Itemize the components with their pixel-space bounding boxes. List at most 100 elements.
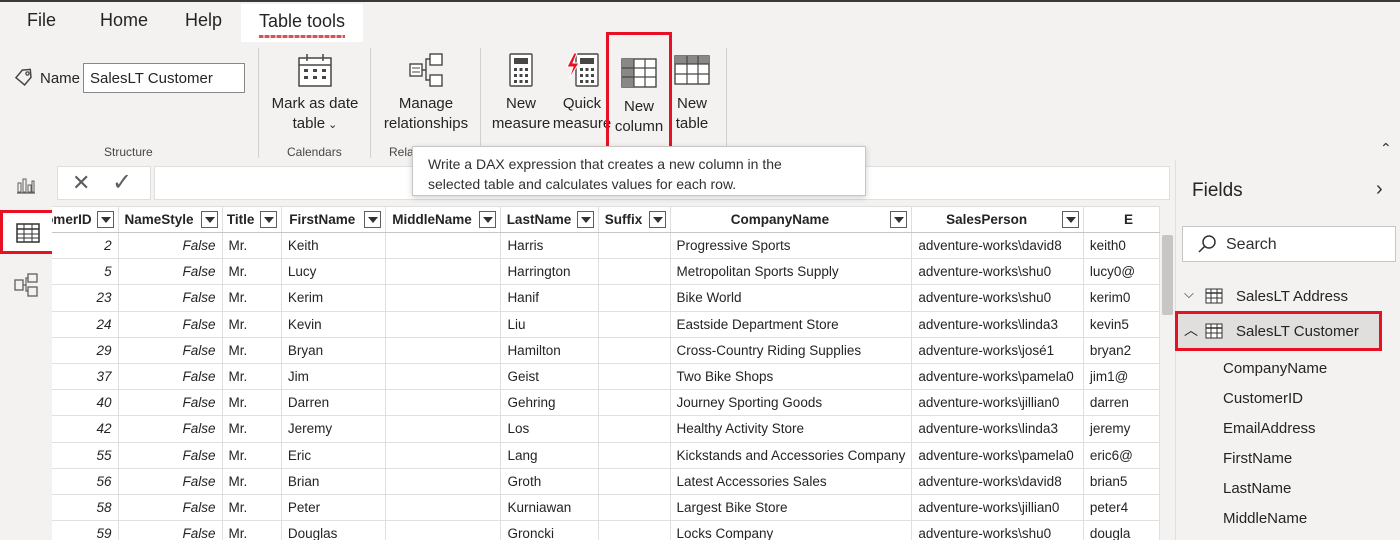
table-cell[interactable]: jim1@ xyxy=(1083,363,1160,391)
table-cell[interactable]: 5 xyxy=(52,258,119,286)
table-cell[interactable]: Kickstands and Accessories Company xyxy=(670,442,913,469)
filter-dropdown-icon[interactable] xyxy=(200,211,218,228)
table-cell[interactable]: Mr. xyxy=(222,311,282,338)
quick-measure-button[interactable]: Quick measure xyxy=(552,50,612,142)
table-cell[interactable]: dougla xyxy=(1083,520,1160,540)
table-cell[interactable] xyxy=(598,363,671,391)
filter-dropdown-icon[interactable] xyxy=(1061,211,1079,228)
filter-dropdown-icon[interactable] xyxy=(479,211,497,228)
table-cell[interactable]: Groth xyxy=(500,468,600,495)
table-cell[interactable]: 2 xyxy=(52,232,119,260)
table-cell[interactable]: adventure-works\josé1 xyxy=(911,337,1084,364)
table-cell[interactable]: 58 xyxy=(52,494,119,522)
table-cell[interactable]: Largest Bike Store xyxy=(670,494,913,522)
column-header[interactable]: Suffix xyxy=(598,206,671,233)
table-cell[interactable]: False xyxy=(118,494,223,522)
table-cell[interactable]: Geist xyxy=(500,363,600,391)
table-cell[interactable] xyxy=(598,520,671,540)
table-cell[interactable]: Two Bike Shops xyxy=(670,363,913,391)
table-cell[interactable] xyxy=(598,232,671,260)
filter-dropdown-icon[interactable] xyxy=(577,211,595,228)
table-row[interactable]: 56 False Mr. Brian Groth Latest Accessories S… xyxy=(52,468,1160,495)
table-cell[interactable]: Darren xyxy=(281,389,386,417)
table-name-input[interactable] xyxy=(83,63,245,93)
chevron-right-icon[interactable]: › xyxy=(1376,178,1383,201)
table-cell[interactable]: False xyxy=(118,337,223,364)
table-cell[interactable]: Mr. xyxy=(222,337,282,364)
table-cell[interactable]: Jeremy xyxy=(281,415,386,443)
table-cell[interactable]: Harris xyxy=(500,232,600,260)
cancel-formula-icon[interactable]: ✕ xyxy=(72,170,90,196)
report-view-icon[interactable] xyxy=(15,174,37,196)
table-cell[interactable]: darren xyxy=(1083,389,1160,417)
table-cell[interactable]: False xyxy=(118,389,223,417)
table-cell[interactable]: adventure-works\david8 xyxy=(911,232,1084,260)
table-cell[interactable]: False xyxy=(118,284,223,312)
table-cell[interactable]: Kerim xyxy=(281,284,386,312)
table-cell[interactable]: Los xyxy=(500,415,600,443)
column-header[interactable]: FirstName xyxy=(281,206,386,233)
table-row[interactable]: 42 False Mr. Jeremy Los Healthy Activity Stor… xyxy=(52,415,1160,443)
table-cell[interactable] xyxy=(598,442,671,469)
table-cell[interactable]: Locks Company xyxy=(670,520,913,540)
table-cell[interactable] xyxy=(385,389,502,417)
table-row[interactable]: 2 False Mr. Keith Harris Progressive Sports ad… xyxy=(52,232,1160,260)
menu-file[interactable]: File xyxy=(27,10,56,31)
table-cell[interactable]: 59 xyxy=(52,520,119,540)
filter-dropdown-icon[interactable] xyxy=(890,211,908,228)
table-cell[interactable]: adventure-works\shu0 xyxy=(911,284,1084,312)
table-cell[interactable]: Keith xyxy=(281,232,386,260)
table-cell[interactable]: Lang xyxy=(500,442,600,469)
table-cell[interactable]: Kevin xyxy=(281,311,386,338)
menu-table-tools[interactable]: Table tools xyxy=(241,4,363,42)
new-table-button[interactable]: New table xyxy=(668,50,716,142)
table-cell[interactable] xyxy=(385,415,502,443)
table-cell[interactable]: 55 xyxy=(52,442,119,469)
table-cell[interactable]: Liu xyxy=(500,311,600,338)
table-cell[interactable]: Cross-Country Riding Supplies xyxy=(670,337,913,364)
table-cell[interactable]: Healthy Activity Store xyxy=(670,415,913,443)
table-cell[interactable]: Mr. xyxy=(222,494,282,522)
table-cell[interactable]: Mr. xyxy=(222,232,282,260)
table-cell[interactable]: Kurniawan xyxy=(500,494,600,522)
table-cell[interactable] xyxy=(385,520,502,540)
field-item[interactable]: LastName xyxy=(1223,480,1291,497)
table-cell[interactable]: Mr. xyxy=(222,442,282,469)
filter-dropdown-icon[interactable] xyxy=(96,211,114,228)
table-cell[interactable]: adventure-works\jillian0 xyxy=(911,494,1084,522)
table-cell[interactable]: Progressive Sports xyxy=(670,232,913,260)
table-cell[interactable]: False xyxy=(118,232,223,260)
table-cell[interactable]: Mr. xyxy=(222,389,282,417)
table-cell[interactable]: 29 xyxy=(52,337,119,364)
table-cell[interactable]: False xyxy=(118,442,223,469)
table-cell[interactable] xyxy=(385,363,502,391)
table-row[interactable]: 37 False Mr. Jim Geist Two Bike Shops adventur… xyxy=(52,363,1160,391)
table-cell[interactable]: Harrington xyxy=(500,258,600,286)
table-cell[interactable]: False xyxy=(118,311,223,338)
field-item[interactable]: CustomerID xyxy=(1223,390,1303,407)
table-cell[interactable] xyxy=(385,232,502,260)
column-header[interactable]: CompanyName xyxy=(670,206,913,233)
table-cell[interactable]: False xyxy=(118,415,223,443)
field-item[interactable]: FirstName xyxy=(1223,450,1292,467)
table-cell[interactable]: False xyxy=(118,363,223,391)
column-header[interactable]: Title xyxy=(222,206,282,233)
table-cell[interactable]: 56 xyxy=(52,468,119,495)
table-row[interactable]: 40 False Mr. Darren Gehring Journey Sporting … xyxy=(52,389,1160,417)
column-header[interactable]: E xyxy=(1083,206,1160,233)
table-cell[interactable]: 42 xyxy=(52,415,119,443)
table-cell[interactable]: Lucy xyxy=(281,258,386,286)
table-cell[interactable]: kerim0 xyxy=(1083,284,1160,312)
table-cell[interactable]: Bike World xyxy=(670,284,913,312)
table-cell[interactable]: bryan2 xyxy=(1083,337,1160,364)
table-cell[interactable] xyxy=(598,284,671,312)
table-cell[interactable]: adventure-works\pamela0 xyxy=(911,363,1084,391)
table-cell[interactable]: Bryan xyxy=(281,337,386,364)
table-cell[interactable]: Mr. xyxy=(222,520,282,540)
data-view-button[interactable] xyxy=(0,210,55,254)
table-cell[interactable]: eric6@ xyxy=(1083,442,1160,469)
table-cell[interactable] xyxy=(385,258,502,286)
table-cell[interactable]: Metropolitan Sports Supply xyxy=(670,258,913,286)
table-cell[interactable]: Mr. xyxy=(222,258,282,286)
field-item[interactable]: CompanyName xyxy=(1223,360,1327,377)
